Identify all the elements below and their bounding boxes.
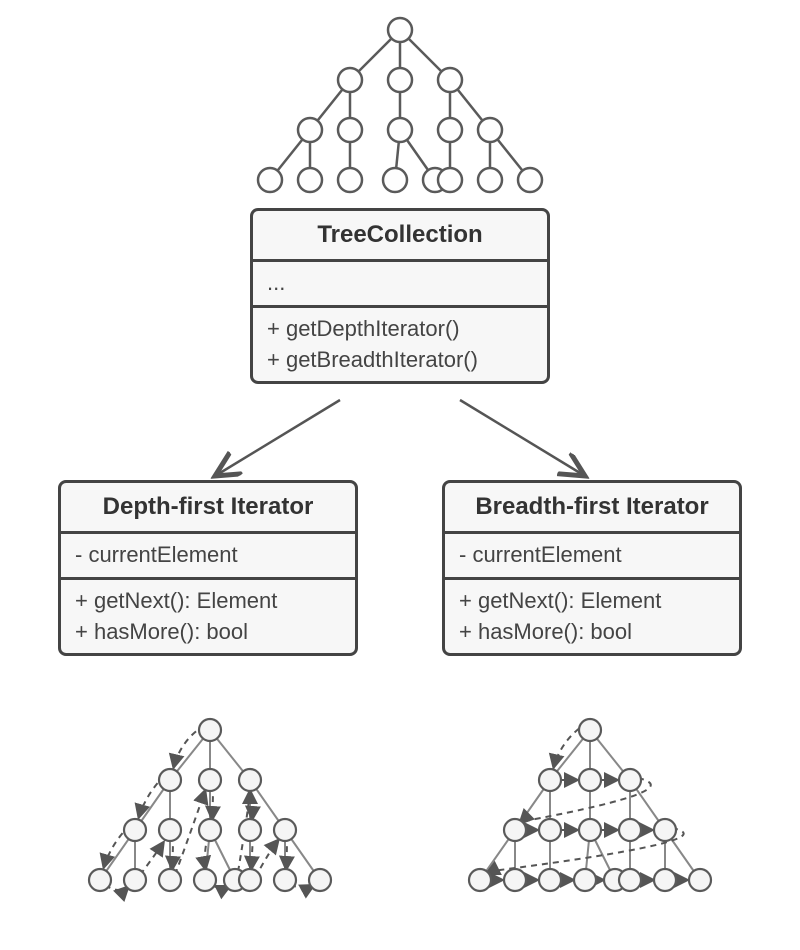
class-box-breadth-iterator: Breadth-first Iterator - currentElement …	[442, 480, 742, 656]
field-text: - currentElement	[459, 540, 725, 571]
class-fields: ...	[253, 262, 547, 305]
depth-tree-graphic	[20, 700, 400, 950]
class-methods: + getNext(): Element + hasMore(): bool	[61, 580, 355, 654]
class-box-treecollection: TreeCollection ... + getDepthIterator() …	[250, 208, 550, 384]
class-fields: - currentElement	[61, 534, 355, 577]
method-text: + getBreadthIterator()	[267, 345, 533, 376]
diagram-canvas: TreeCollection ... + getDepthIterator() …	[0, 0, 800, 940]
method-text: + getNext(): Element	[459, 586, 725, 617]
method-text: + hasMore(): bool	[75, 617, 341, 648]
field-text: - currentElement	[75, 540, 341, 571]
class-title: Breadth-first Iterator	[445, 483, 739, 531]
class-box-depth-iterator: Depth-first Iterator - currentElement + …	[58, 480, 358, 656]
class-methods: + getDepthIterator() + getBreadthIterato…	[253, 308, 547, 382]
top-tree-graphic	[0, 0, 800, 200]
method-text: + getDepthIterator()	[267, 314, 533, 345]
class-title: Depth-first Iterator	[61, 483, 355, 531]
class-methods: + getNext(): Element + hasMore(): bool	[445, 580, 739, 654]
field-text: ...	[267, 268, 533, 299]
method-text: + hasMore(): bool	[459, 617, 725, 648]
breadth-tree-graphic	[400, 700, 780, 950]
class-fields: - currentElement	[445, 534, 739, 577]
method-text: + getNext(): Element	[75, 586, 341, 617]
class-title: TreeCollection	[253, 211, 547, 259]
